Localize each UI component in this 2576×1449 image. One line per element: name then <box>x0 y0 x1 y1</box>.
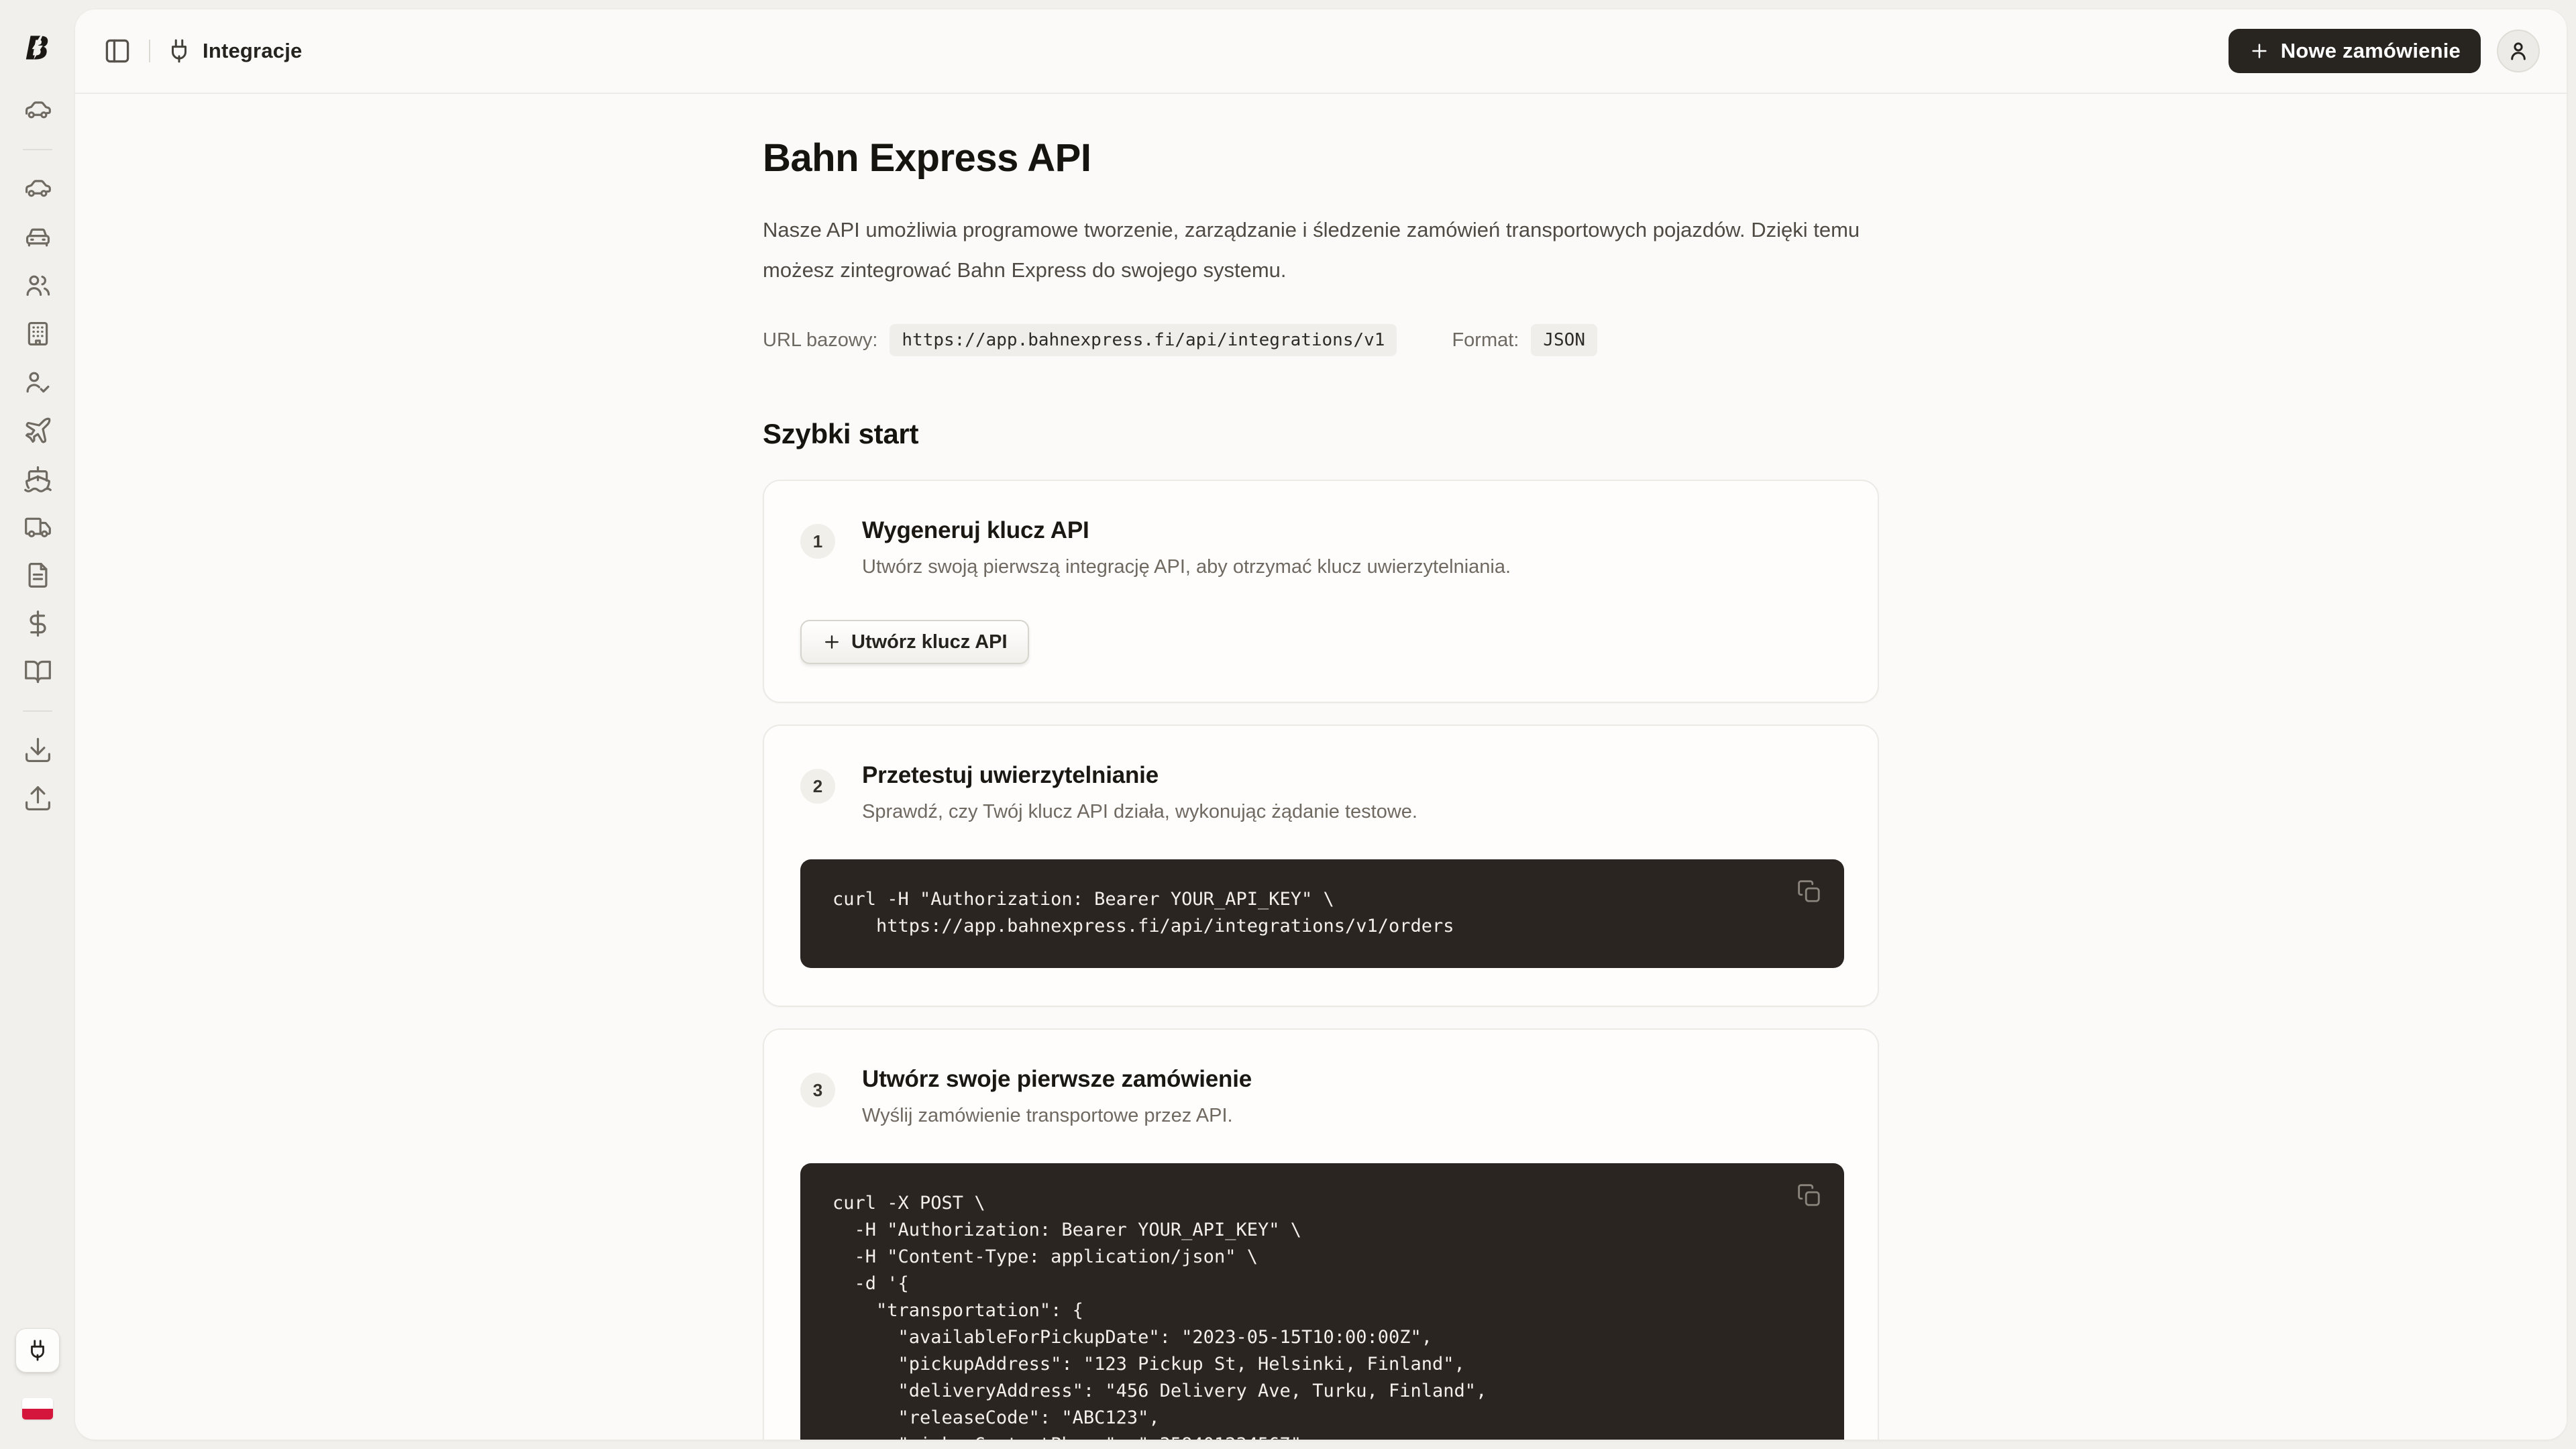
van-icon <box>23 95 53 125</box>
step-description: Sprawdź, czy Twój klucz API działa, wyko… <box>862 801 1844 823</box>
van-icon <box>23 174 53 204</box>
quickstart-step-card: 3 Utwórz swoje pierwsze zamówienie Wyśli… <box>763 1028 1879 1440</box>
copy-icon <box>1796 879 1822 904</box>
base-url-label: URL bazowy: <box>763 329 877 352</box>
sidebar-item-new-transport[interactable] <box>23 95 53 125</box>
copy-code-button[interactable] <box>1794 1181 1824 1210</box>
sidebar-bottom <box>15 1328 60 1419</box>
sidebar-item-customers[interactable] <box>23 270 53 301</box>
base-url-value: https://app.bahnexpress.fi/api/integrati… <box>890 324 1397 356</box>
flag-red-stripe <box>22 1409 53 1419</box>
quickstart-step-card: 2 Przetestuj uwierzytelnianie Sprawdź, c… <box>763 724 1879 1007</box>
user-check-icon <box>23 367 53 397</box>
code-block: curl -H "Authorization: Bearer YOUR_API_… <box>800 859 1844 968</box>
car-front-icon <box>23 222 53 252</box>
step-description: Utwórz swoją pierwszą integrację API, ab… <box>862 556 1844 578</box>
bahn-express-logo[interactable]: B <box>21 31 54 64</box>
user-menu-button[interactable] <box>2497 30 2540 72</box>
sidebar-item-integrations-active[interactable] <box>15 1328 60 1373</box>
ship-icon <box>23 464 53 494</box>
quickstart-title: Szybki start <box>763 418 1879 450</box>
step-number-badge: 3 <box>800 1073 835 1108</box>
main-panel: Integracje Nowe zamówienie Bahn Express … <box>75 9 2567 1440</box>
format-value: JSON <box>1531 324 1597 356</box>
sidebar-item-export[interactable] <box>23 784 53 814</box>
quickstart-step-card: 1 Wygeneruj klucz API Utwórz swoją pierw… <box>763 480 1879 703</box>
copy-icon <box>1796 1183 1822 1208</box>
sidebar-item-sea-freight[interactable] <box>23 464 53 494</box>
sidebar-item-transports[interactable] <box>23 174 53 204</box>
step-description: Wyślij zamówienie transportowe przez API… <box>862 1105 1844 1127</box>
sidebar-item-drivers[interactable] <box>23 367 53 397</box>
step-number-badge: 1 <box>800 524 835 559</box>
step-number-badge: 2 <box>800 769 835 804</box>
step-title: Przetestuj uwierzytelnianie <box>862 762 1844 789</box>
sidebar-item-documents[interactable] <box>23 560 53 590</box>
sidebar-item-docs[interactable] <box>23 657 53 687</box>
download-icon <box>23 735 53 765</box>
flag-white-stripe <box>22 1398 53 1409</box>
sidebar-item-vehicles[interactable] <box>23 222 53 252</box>
header-right: Nowe zamówienie <box>2229 29 2540 73</box>
content-area: Bahn Express API Nasze API umożliwia pro… <box>75 94 2567 1440</box>
sidebar-divider <box>23 149 52 150</box>
sidebar-divider <box>23 710 52 712</box>
sidebar: B <box>0 0 75 1449</box>
code-block: curl -X POST \ -H "Authorization: Bearer… <box>800 1163 1844 1440</box>
header-divider <box>149 40 150 62</box>
create-api-key-button[interactable]: Utwórz klucz API <box>800 620 1029 664</box>
step-title: Utwórz swoje pierwsze zamówienie <box>862 1066 1844 1093</box>
book-open-icon <box>23 657 53 687</box>
page-title: Bahn Express API <box>763 136 1879 180</box>
copy-code-button[interactable] <box>1794 877 1824 906</box>
users-icon <box>23 270 53 301</box>
sidebar-item-billing[interactable] <box>23 608 53 639</box>
panel-left-icon <box>103 36 132 66</box>
sidebar-item-companies[interactable] <box>23 319 53 349</box>
upload-icon <box>23 784 53 814</box>
sidebar-toggle-button[interactable] <box>102 36 133 66</box>
plus-icon <box>822 632 842 652</box>
header: Integracje Nowe zamówienie <box>75 9 2567 94</box>
new-order-button-label: Nowe zamówienie <box>2281 39 2461 63</box>
breadcrumb-label: Integracje <box>203 39 302 63</box>
user-icon <box>2506 39 2530 63</box>
logo-b-lightning-icon: B <box>21 31 54 64</box>
api-meta-row: URL bazowy: https://app.bahnexpress.fi/a… <box>763 324 1879 356</box>
plug-icon <box>26 1339 49 1362</box>
building-icon <box>23 319 53 349</box>
new-order-button[interactable]: Nowe zamówienie <box>2229 29 2481 73</box>
plug-icon <box>166 38 192 64</box>
plane-icon <box>23 415 53 445</box>
create-api-key-button-label: Utwórz klucz API <box>851 631 1008 653</box>
sidebar-nav <box>23 95 53 814</box>
plus-icon <box>2249 40 2270 62</box>
language-flag-poland[interactable] <box>22 1398 53 1419</box>
sidebar-item-air-freight[interactable] <box>23 415 53 445</box>
sidebar-item-import[interactable] <box>23 735 53 765</box>
code-snippet: curl -H "Authorization: Bearer YOUR_API_… <box>833 886 1812 940</box>
step-title: Wygeneruj klucz API <box>862 517 1844 544</box>
file-text-icon <box>23 560 53 590</box>
page-description: Nasze API umożliwia programowe tworzenie… <box>763 210 1870 290</box>
sidebar-item-trucking[interactable] <box>23 512 53 542</box>
format-label: Format: <box>1452 329 1519 352</box>
breadcrumb[interactable]: Integracje <box>166 38 302 64</box>
code-snippet: curl -X POST \ -H "Authorization: Bearer… <box>833 1190 1812 1440</box>
truck-icon <box>23 512 53 542</box>
dollar-sign-icon <box>23 608 53 639</box>
